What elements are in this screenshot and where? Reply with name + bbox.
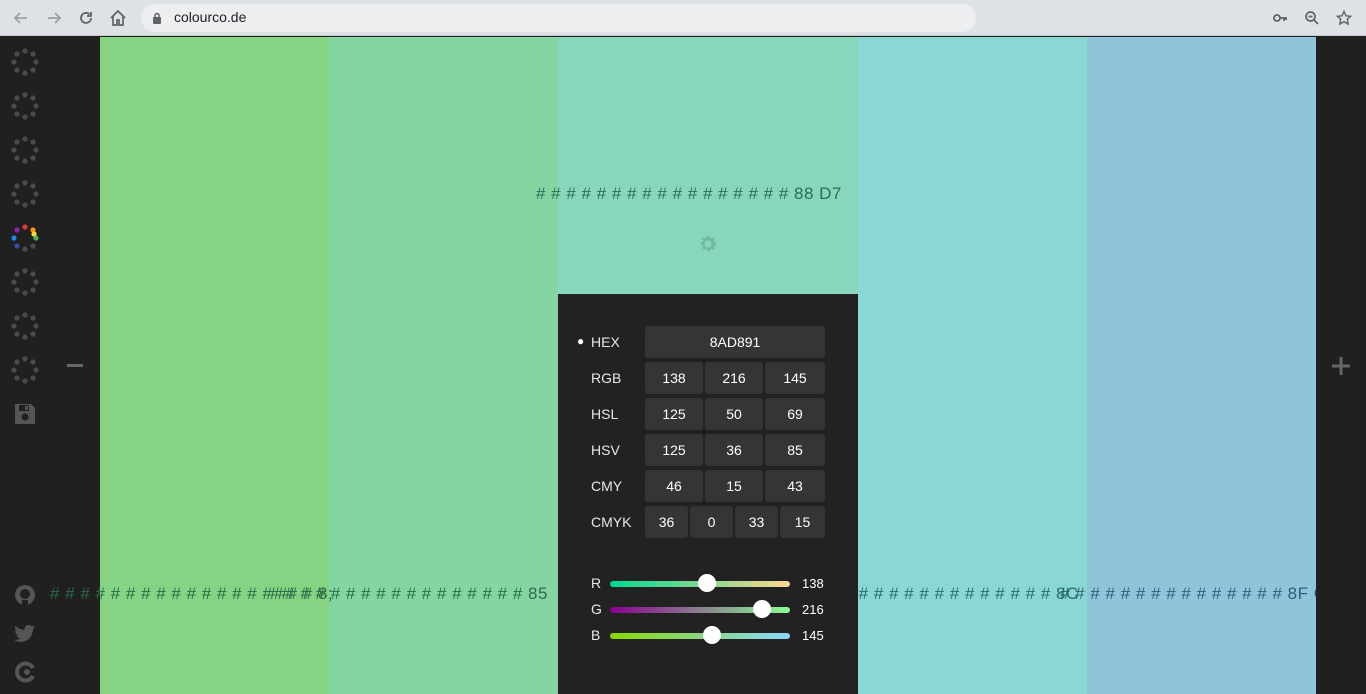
slider-value: 145	[802, 628, 824, 643]
red-slider-knob[interactable]	[698, 574, 717, 592]
row-label: HSL	[591, 406, 619, 422]
bookmark-star-icon[interactable]	[1333, 7, 1355, 29]
row-label: CMYK	[591, 514, 632, 530]
palette-mode-icon[interactable]	[10, 47, 40, 77]
address-bar[interactable]	[141, 4, 976, 32]
row-label: RGB	[591, 370, 622, 386]
slider-value: 216	[802, 602, 824, 617]
value-input[interactable]: 85	[765, 434, 825, 466]
hsl-row: HSL 125 50 69	[558, 398, 858, 430]
value-input[interactable]: 69	[765, 398, 825, 430]
blue-slider-track[interactable]	[610, 633, 790, 639]
blue-slider-row: B 145	[558, 625, 858, 647]
add-color-icon[interactable]	[1326, 351, 1356, 381]
value-input[interactable]: 46	[645, 470, 703, 502]
remove-color-icon[interactable]	[60, 351, 90, 381]
slider-value: 138	[802, 576, 824, 591]
slider-label: B	[591, 627, 601, 643]
save-icon[interactable]	[12, 401, 38, 427]
forward-icon[interactable]	[42, 6, 66, 30]
lock-icon	[153, 12, 161, 24]
github-icon[interactable]	[12, 582, 38, 608]
cmyk-row: CMYK 36 0 33 15	[558, 506, 858, 538]
value-input[interactable]: 50	[705, 398, 763, 430]
browser-toolbar: colourco.de	[0, 0, 1366, 36]
cmy-row: CMY 46 15 43	[558, 470, 858, 502]
blue-slider-knob[interactable]	[703, 626, 722, 644]
color-editor-panel: ● HEX 8AD891 RGB 138 216 145 HSL 125 50 …	[558, 294, 858, 694]
palette-mode-icon[interactable]	[10, 267, 40, 297]
row-label: CMY	[591, 478, 623, 494]
reload-icon[interactable]	[74, 6, 98, 30]
key-icon[interactable]	[1269, 7, 1291, 29]
value-input[interactable]: 145	[765, 362, 825, 394]
mode-sidebar	[0, 37, 50, 694]
value-input[interactable]: 36	[705, 434, 763, 466]
home-icon[interactable]	[106, 6, 130, 30]
palette-mode-icon[interactable]	[10, 311, 40, 341]
value-input[interactable]: 216	[705, 362, 763, 394]
value-input[interactable]: 15	[705, 470, 763, 502]
green-slider-knob[interactable]	[753, 600, 772, 618]
back-icon[interactable]	[9, 6, 33, 30]
active-swatch-hex-label: # # # # # # # # # # # # # # # # # 88 D7	[536, 184, 842, 203]
value-input[interactable]: 15	[780, 506, 825, 538]
gear-icon[interactable]	[697, 233, 719, 255]
row-label: HSV	[591, 442, 620, 458]
palette-mode-icon[interactable]	[10, 91, 40, 121]
slider-label: G	[591, 601, 602, 617]
palette-mode-icon[interactable]	[10, 179, 40, 209]
url-text: colourco.de	[174, 9, 247, 25]
value-input[interactable]: 43	[765, 470, 825, 502]
right-rail	[1316, 37, 1366, 694]
value-input[interactable]: 33	[735, 506, 778, 538]
swatch-hex-label: # # # # # # # # # # # # # # # # # 85	[270, 584, 548, 603]
row-label: HEX	[591, 334, 620, 350]
site-logo-icon[interactable]	[12, 659, 38, 685]
active-palette-mode-icon[interactable]	[10, 223, 40, 253]
value-input[interactable]: 36	[645, 506, 688, 538]
palette-mode-icon[interactable]	[10, 135, 40, 165]
hsv-row: HSV 125 36 85	[558, 434, 858, 466]
zoom-icon[interactable]	[1301, 7, 1323, 29]
palette-mode-icon[interactable]	[10, 355, 40, 385]
value-input[interactable]: 125	[645, 434, 703, 466]
rgb-row: RGB 138 216 145	[558, 362, 858, 394]
slider-label: R	[591, 575, 602, 591]
hex-row: ● HEX 8AD891	[558, 326, 858, 358]
value-input[interactable]: 125	[645, 398, 703, 430]
value-input[interactable]: 0	[690, 506, 733, 538]
red-slider-row: R 138	[558, 573, 858, 595]
selected-mode-dot-icon: ●	[577, 334, 585, 348]
hex-input[interactable]: 8AD891	[645, 326, 825, 358]
green-slider-row: G 216	[558, 599, 858, 621]
value-input[interactable]: 138	[645, 362, 703, 394]
twitter-icon[interactable]	[12, 621, 38, 647]
